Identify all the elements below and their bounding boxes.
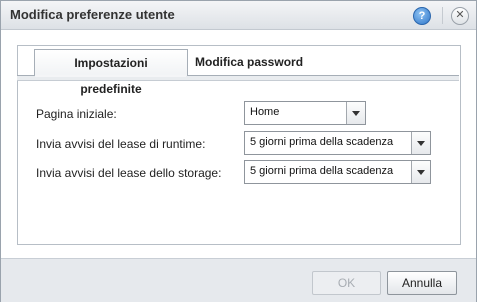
- close-icon[interactable]: ✕: [451, 7, 469, 25]
- ok-button[interactable]: OK: [312, 271, 381, 295]
- chevron-down-icon[interactable]: [346, 102, 365, 124]
- chevron-down-icon[interactable]: [411, 132, 430, 154]
- dialog-footer: OK Annulla: [1, 258, 476, 302]
- titlebar-divider: [442, 7, 443, 24]
- help-icon[interactable]: ?: [413, 7, 431, 25]
- runtime-lease-select[interactable]: 5 giorni prima della scadenza: [244, 131, 431, 155]
- chevron-down-icon[interactable]: [411, 161, 430, 183]
- tab-default-settings[interactable]: Impostazioni predefinite: [34, 49, 188, 96]
- start-page-value: Home: [250, 106, 280, 118]
- tab-change-password[interactable]: Modifica password: [187, 49, 311, 75]
- dialog-title: Modifica preferenze utente: [10, 7, 175, 22]
- storage-lease-value: 5 giorni prima della scadenza: [250, 165, 394, 177]
- runtime-lease-label: Invia avvisi del lease di runtime:: [36, 137, 206, 151]
- runtime-lease-value: 5 giorni prima della scadenza: [250, 136, 394, 148]
- cancel-button[interactable]: Annulla: [387, 271, 457, 295]
- dialog-content: Impostazioni predefinite Modifica passwo…: [1, 30, 476, 258]
- start-page-select[interactable]: Home: [244, 101, 366, 125]
- dialog-titlebar: Modifica preferenze utente ? ✕: [1, 1, 476, 30]
- preferences-dialog: Modifica preferenze utente ? ✕ Impostazi…: [0, 0, 477, 302]
- storage-lease-label: Invia avvisi del lease dello storage:: [36, 166, 222, 180]
- start-page-label: Pagina iniziale:: [36, 107, 117, 121]
- storage-lease-select[interactable]: 5 giorni prima della scadenza: [244, 160, 431, 184]
- active-tab-joint: [35, 75, 186, 77]
